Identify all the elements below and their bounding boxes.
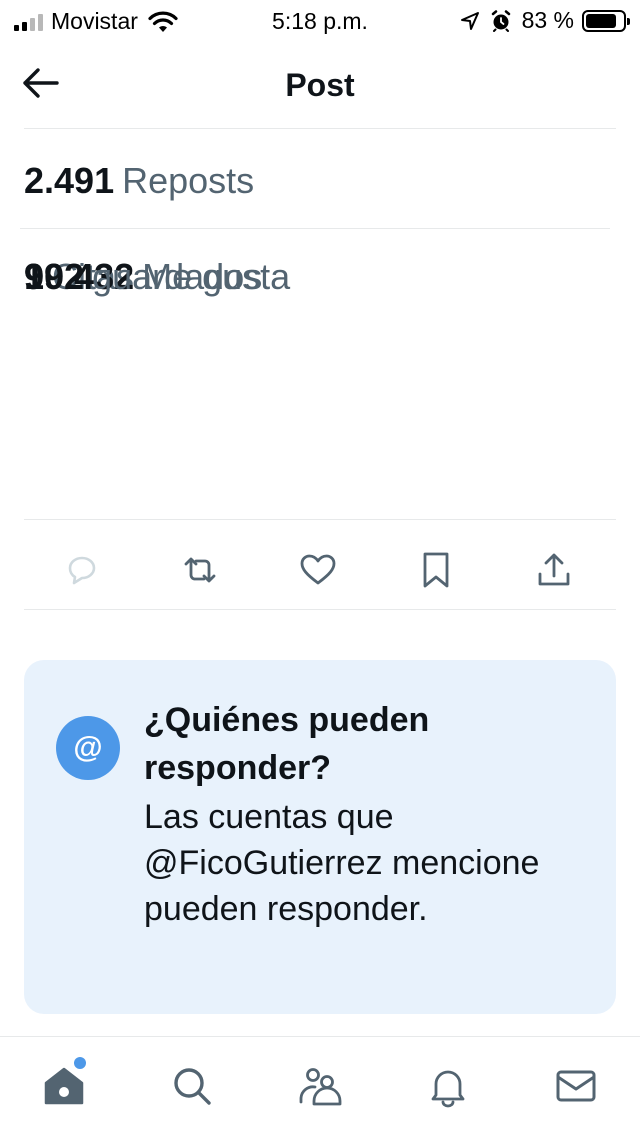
battery-percent: 83 % (521, 7, 574, 33)
tab-notifications[interactable] (424, 1062, 472, 1110)
reposts-label: Reposts (122, 160, 255, 201)
tabbar-divider (0, 1036, 640, 1037)
actions-divider-bottom (24, 609, 616, 610)
notifications-icon (431, 1070, 465, 1108)
tab-search[interactable] (168, 1062, 216, 1110)
repost-icon (184, 557, 216, 583)
heart-icon (300, 554, 336, 585)
reply-icon (68, 556, 96, 585)
home-icon (44, 1067, 84, 1105)
stats-divider (20, 228, 610, 229)
like-button[interactable] (296, 548, 340, 592)
bookmarks-stat[interactable]: 192 guardados (24, 256, 262, 298)
reply-permissions-body: Las cuentas que @FicoGutierrez mencione … (144, 798, 540, 928)
tab-messages[interactable] (552, 1062, 600, 1110)
status-bar: Movistar 5:18 p.m. 83 % (0, 0, 640, 40)
reply-button[interactable] (60, 548, 104, 592)
tab-home[interactable] (40, 1062, 88, 1110)
battery-icon (582, 9, 630, 32)
share-button[interactable] (532, 548, 576, 592)
communities-icon (299, 1068, 342, 1106)
messages-icon (556, 1070, 596, 1102)
reposts-stat[interactable]: 2.491 Reposts (24, 160, 254, 202)
home-notification-dot (74, 1057, 86, 1069)
location-icon (460, 11, 479, 30)
header-divider (24, 128, 616, 129)
reposts-count: 2.491 (24, 160, 115, 201)
bookmark-button[interactable] (414, 548, 458, 592)
actions-divider-top (24, 519, 616, 520)
reply-permissions-card: @ ¿Quiénes pueden responder? Las cuentas… (24, 660, 616, 1014)
search-icon (174, 1068, 211, 1105)
alarm-icon (491, 9, 510, 32)
bookmarks-label: guardados (92, 256, 263, 297)
post-header: Post (0, 40, 640, 128)
at-sign-icon: @ (56, 716, 120, 780)
reply-permissions-title: ¿Quiénes pueden responder? (144, 701, 430, 787)
battery-level (586, 13, 616, 28)
page-title: Post (285, 67, 355, 103)
bookmarks-count: 192 (24, 256, 85, 297)
bookmark-icon (423, 552, 449, 588)
overlapping-stats[interactable]: 9 Citas 90.432 Me gusta 192 guardados (24, 256, 624, 300)
share-icon (538, 553, 570, 586)
tab-communities[interactable] (296, 1062, 344, 1110)
repost-button[interactable] (178, 548, 222, 592)
